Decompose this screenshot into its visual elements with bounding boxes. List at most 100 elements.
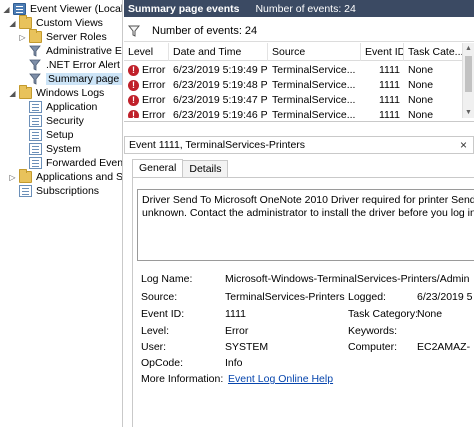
label-event-id: Event ID: bbox=[141, 308, 185, 320]
view-title: Summary page events bbox=[128, 2, 240, 15]
folder-icon bbox=[19, 169, 32, 183]
scroll-down-icon[interactable]: ▼ bbox=[463, 107, 474, 118]
tree-item-label: Event Viewer (Local) bbox=[30, 3, 123, 15]
tree-item-label: Summary page e bbox=[46, 73, 122, 85]
filter-count-text: Number of events: 24 bbox=[152, 24, 258, 37]
close-icon[interactable]: × bbox=[460, 138, 467, 152]
event-detail-header: Event 1111, TerminalServices-Printers × bbox=[124, 136, 474, 154]
error-icon: ! bbox=[128, 109, 139, 118]
tree-item-label: Windows Logs bbox=[36, 87, 105, 99]
cell-event-id: 1111 bbox=[378, 64, 400, 76]
event-description[interactable]: Driver Send To Microsoft OneNote 2010 Dr… bbox=[137, 189, 474, 261]
tree-item-label: Security bbox=[46, 115, 84, 127]
log-icon bbox=[29, 101, 42, 113]
cell-task-category: None bbox=[408, 94, 434, 106]
tree-item-label: Server Roles bbox=[46, 31, 107, 43]
column-header-task-category[interactable]: Task Cate... bbox=[404, 43, 462, 61]
label-computer: Computer: bbox=[348, 341, 398, 353]
label-log-name: Log Name: bbox=[141, 273, 193, 285]
value-event-id: 1111 bbox=[225, 308, 247, 320]
label-keywords: Keywords: bbox=[348, 325, 398, 337]
column-header-level[interactable]: Level bbox=[124, 43, 169, 61]
tree-item-event-viewer-local[interactable]: ◢ Event Viewer (Local) bbox=[2, 2, 123, 16]
cell-level: Error bbox=[142, 64, 166, 76]
log-icon bbox=[29, 143, 42, 155]
label-more-information: More Information: bbox=[141, 373, 224, 385]
main-pane: Summary page events Number of events: 24… bbox=[124, 0, 474, 427]
tree-item-server-roles[interactable]: ▷ Server Roles bbox=[18, 29, 107, 44]
tree-item-net-error-alert[interactable]: .NET Error Alert bbox=[29, 58, 120, 72]
tree-item-applications-and-services[interactable]: ▷ Applications and Ser bbox=[8, 169, 123, 184]
value-computer: EC2AMAZ- bbox=[417, 341, 471, 353]
table-row[interactable]: ! Error 6/23/2019 5:19:46 PM TerminalServ… bbox=[124, 108, 462, 118]
scrollbar-thumb[interactable] bbox=[465, 56, 472, 92]
column-header-source[interactable]: Source bbox=[268, 43, 361, 61]
tree-item-summary-page-events[interactable]: Summary page e bbox=[29, 72, 122, 86]
tab-general[interactable]: General bbox=[132, 159, 184, 178]
value-task-category: None bbox=[417, 308, 443, 320]
cell-source: TerminalService... bbox=[272, 94, 356, 106]
expand-arrow-icon[interactable]: ▷ bbox=[8, 173, 17, 182]
cell-date: 6/23/2019 5:19:49 PM bbox=[173, 64, 268, 76]
tree-item-application[interactable]: Application bbox=[29, 100, 97, 114]
value-logged: 6/23/2019 5 bbox=[417, 291, 473, 303]
tree-item-label: .NET Error Alert bbox=[46, 59, 120, 71]
tree-item-label: Application bbox=[46, 101, 98, 113]
table-row[interactable]: ! Error 6/23/2019 5:19:49 PM TerminalServ… bbox=[124, 63, 462, 77]
column-header-date[interactable]: Date and Time bbox=[169, 43, 268, 61]
tree-item-subscriptions[interactable]: Subscriptions bbox=[19, 184, 99, 198]
event-log-online-help-link[interactable]: Event Log Online Help bbox=[228, 372, 333, 386]
label-source: Source: bbox=[141, 291, 178, 303]
cell-level: Error bbox=[142, 94, 166, 106]
tree-item-label: Applications and Ser bbox=[36, 171, 123, 183]
event-count: Number of events: 24 bbox=[255, 2, 356, 15]
cell-level: Error bbox=[142, 109, 166, 118]
subscriptions-icon bbox=[19, 185, 32, 197]
expand-arrow-icon[interactable]: ▷ bbox=[18, 33, 27, 42]
log-icon bbox=[29, 115, 42, 127]
value-opcode: Info bbox=[225, 357, 243, 369]
event-detail-title: Event 1111, TerminalServices-Printers bbox=[129, 139, 306, 151]
table-row[interactable]: ! Error 6/23/2019 5:19:47 PM TerminalServ… bbox=[124, 93, 462, 107]
tree-item-label: Forwarded Events bbox=[46, 157, 123, 169]
tree-item-label: Subscriptions bbox=[36, 185, 100, 197]
column-header-event-id[interactable]: Event ID bbox=[361, 43, 404, 61]
filter-icon bbox=[29, 73, 42, 85]
navigation-tree: ◢ Event Viewer (Local) ◢ Custom Views ▷ … bbox=[0, 0, 123, 427]
cell-date: 6/23/2019 5:19:46 PM bbox=[173, 109, 268, 118]
tree-item-security[interactable]: Security bbox=[29, 114, 84, 128]
cell-level: Error bbox=[142, 79, 166, 91]
tree-item-forwarded-events[interactable]: Forwarded Events bbox=[29, 156, 123, 170]
error-icon: ! bbox=[128, 64, 139, 76]
event-viewer-icon bbox=[13, 3, 26, 15]
tree-item-windows-logs[interactable]: ◢ Windows Logs bbox=[8, 85, 105, 100]
expand-arrow-icon[interactable]: ◢ bbox=[8, 89, 17, 98]
tree-item-custom-views[interactable]: ◢ Custom Views bbox=[8, 15, 103, 30]
folder-icon bbox=[19, 15, 32, 29]
label-level: Level: bbox=[141, 325, 170, 337]
value-level: Error bbox=[225, 325, 249, 337]
table-row[interactable]: ! Error 6/23/2019 5:19:48 PM TerminalServ… bbox=[124, 78, 462, 92]
cell-date: 6/23/2019 5:19:48 PM bbox=[173, 79, 268, 91]
label-task-category: Task Category: bbox=[348, 308, 419, 320]
cell-task-category: None bbox=[408, 109, 434, 118]
pane-splitter[interactable] bbox=[124, 121, 474, 135]
error-icon: ! bbox=[128, 79, 139, 91]
filter-icon[interactable] bbox=[127, 25, 141, 37]
grid-scrollbar[interactable]: ▲ ▼ bbox=[462, 43, 474, 118]
cell-task-category: None bbox=[408, 79, 434, 91]
tree-item-system[interactable]: System bbox=[29, 142, 81, 156]
scroll-up-icon[interactable]: ▲ bbox=[463, 43, 474, 54]
tree-item-setup[interactable]: Setup bbox=[29, 128, 73, 142]
folder-icon bbox=[29, 29, 42, 43]
label-opcode: OpCode: bbox=[141, 357, 184, 369]
events-grid: Level Date and Time Source Event ID Task… bbox=[124, 43, 474, 118]
tree-item-administrative-events[interactable]: Administrative Ev bbox=[29, 44, 122, 58]
cell-source: TerminalService... bbox=[272, 109, 356, 118]
expand-arrow-icon[interactable]: ◢ bbox=[2, 5, 11, 14]
expand-arrow-icon[interactable]: ◢ bbox=[8, 19, 17, 28]
tab-details[interactable]: Details bbox=[182, 160, 229, 178]
cell-task-category: None bbox=[408, 64, 434, 76]
cell-event-id: 1111 bbox=[378, 109, 400, 118]
cell-date: 6/23/2019 5:19:47 PM bbox=[173, 94, 268, 106]
